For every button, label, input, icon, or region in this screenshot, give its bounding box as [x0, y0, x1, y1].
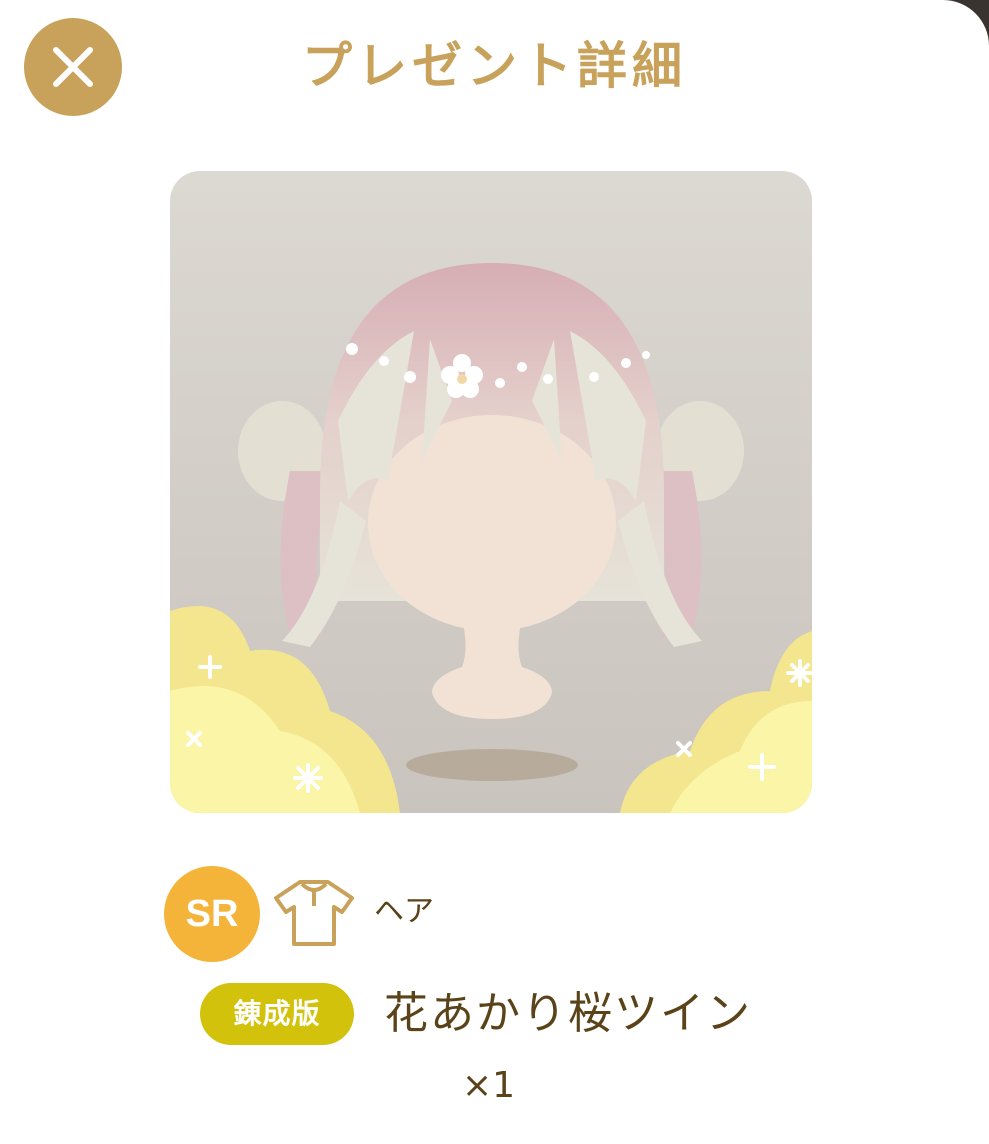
page-title: プレゼント詳細	[302, 37, 687, 95]
shirt-icon	[274, 880, 354, 946]
rarity-badge: SR	[164, 866, 260, 962]
edition-badge: 錬成版	[200, 983, 354, 1045]
item-preview-image	[170, 171, 812, 813]
present-detail-panel: プレゼント詳細 SR ヘア 錬成版 花あかり桜ツイン ×1	[0, 0, 989, 1144]
item-name: 花あかり桜ツイン	[384, 988, 752, 1039]
category-label: ヘア	[374, 894, 434, 929]
item-quantity: ×1	[462, 1065, 516, 1106]
